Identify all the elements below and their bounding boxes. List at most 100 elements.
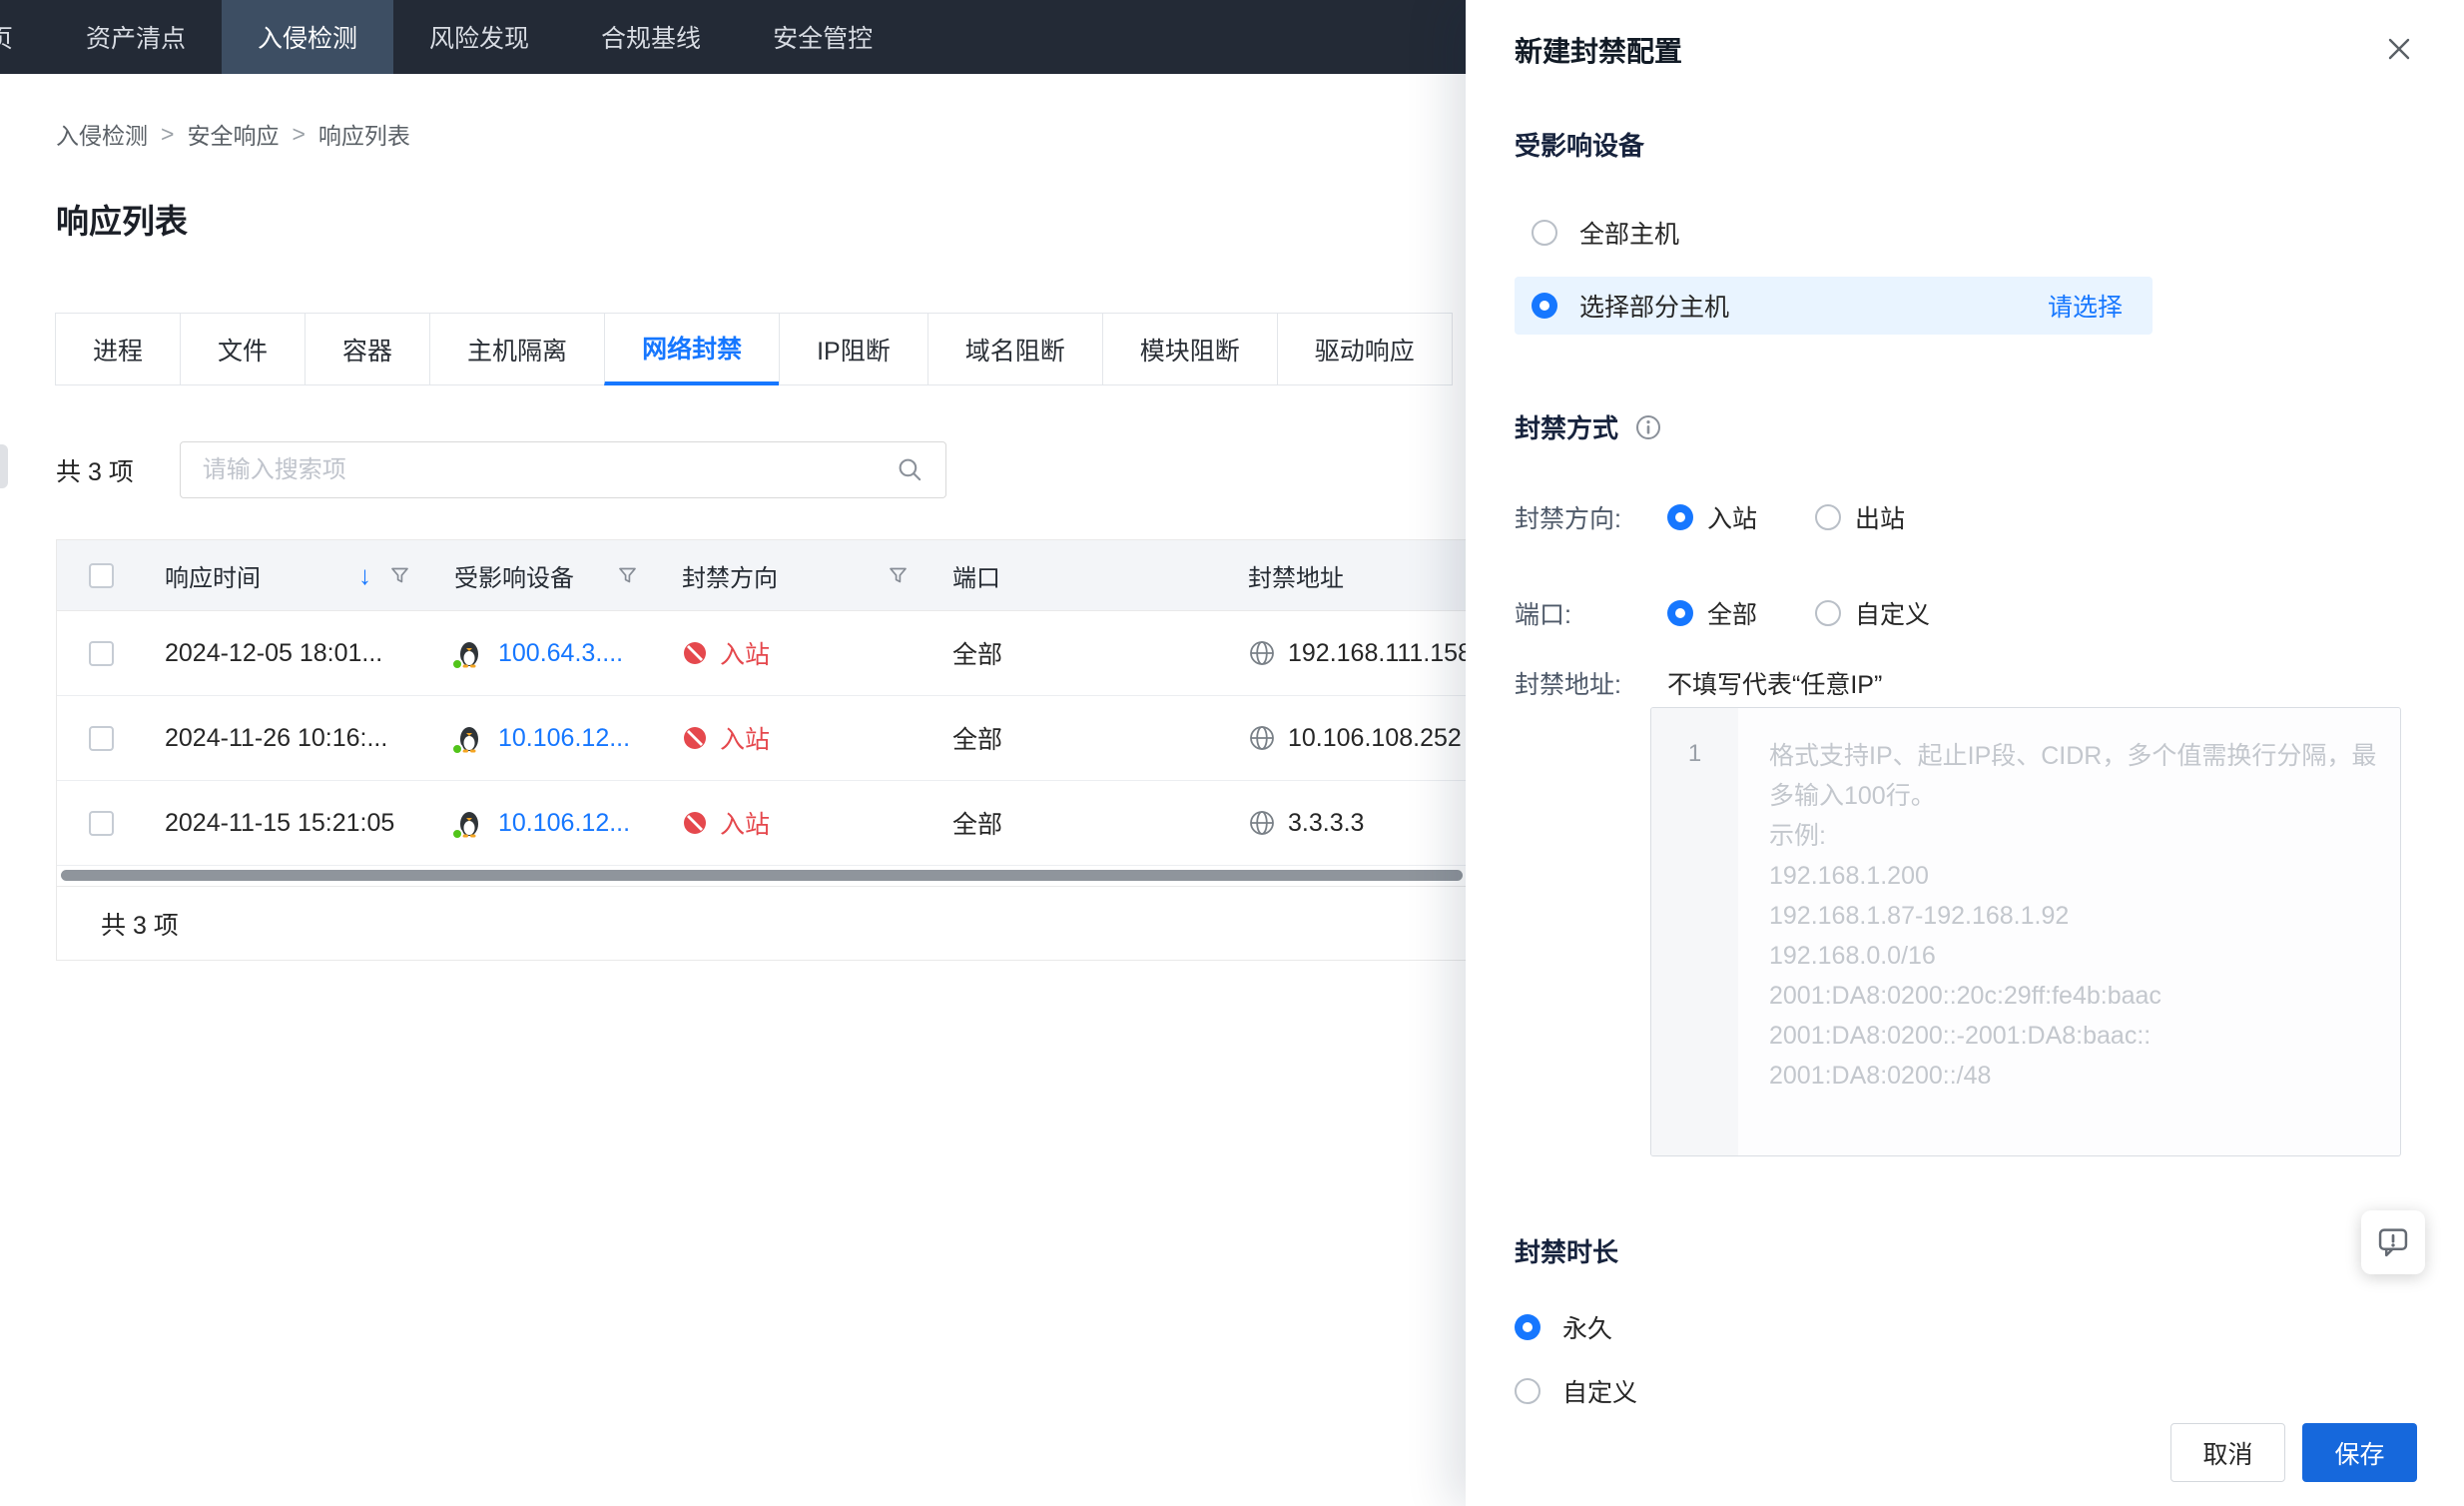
row-checkbox[interactable] xyxy=(88,810,114,836)
option-all-hosts-label: 全部主机 xyxy=(1579,221,1680,249)
breadcrumb-separator: > xyxy=(292,120,306,147)
response-type-tabs: 进程 文件 容器 主机隔离 网络封禁 IP阻断 域名阻断 模块阻断 驱动响应 xyxy=(55,313,1453,385)
linux-host-icon xyxy=(451,808,484,838)
affected-devices-heading: 受影响设备 xyxy=(1515,126,2406,163)
nav-item-partial[interactable]: 页 xyxy=(0,0,50,74)
block-icon xyxy=(682,810,708,836)
cell-device: 10.106.12... xyxy=(434,808,662,838)
online-status-dot xyxy=(451,743,463,753)
col-response-time-label: 响应时间 xyxy=(165,564,261,592)
affected-devices-heading-label: 受影响设备 xyxy=(1515,131,1645,161)
filter-icon[interactable] xyxy=(888,565,909,585)
port-all-label[interactable]: 全部 xyxy=(1707,595,1757,631)
breadcrumb-item-2[interactable]: 安全响应 xyxy=(187,117,279,151)
port-custom-label[interactable]: 自定义 xyxy=(1855,595,1930,631)
globe-icon xyxy=(1248,639,1276,667)
radio-inbound[interactable] xyxy=(1667,504,1693,530)
cell-response-time: 2024-12-05 18:01... xyxy=(165,638,383,667)
left-edge-partial xyxy=(0,444,8,488)
block-icon xyxy=(682,725,708,751)
search-input[interactable] xyxy=(202,455,897,484)
row-checkbox[interactable] xyxy=(88,725,114,751)
feedback-button[interactable] xyxy=(2361,1210,2425,1274)
tab-file[interactable]: 文件 xyxy=(180,313,307,385)
info-icon[interactable] xyxy=(1634,413,1662,441)
ban-duration-heading-label: 封禁时长 xyxy=(1515,1237,1619,1267)
radio-all-hosts[interactable] xyxy=(1532,220,1557,246)
device-link[interactable]: 10.106.12... xyxy=(498,724,630,753)
footer-count: 共 3 项 xyxy=(101,911,179,940)
nav-item-partial-label: 页 xyxy=(0,25,14,53)
cell-port: 全部 xyxy=(952,811,1003,839)
option-forever[interactable]: 永久 xyxy=(1515,1305,2406,1349)
placeholder-line: 192.168.1.200 xyxy=(1769,862,1929,890)
tab-network-ban[interactable]: 网络封禁 xyxy=(604,313,781,385)
close-icon[interactable] xyxy=(2380,30,2418,68)
radio-partial-hosts[interactable] xyxy=(1532,293,1557,319)
radio-custom-duration[interactable] xyxy=(1515,1378,1540,1404)
option-custom-duration[interactable]: 自定义 xyxy=(1515,1369,2406,1413)
filter-icon[interactable] xyxy=(617,565,638,585)
total-count: 共 3 项 xyxy=(56,457,134,486)
radio-port-custom[interactable] xyxy=(1815,600,1842,626)
direction-label: 入站 xyxy=(720,811,771,839)
nav-item-security-control[interactable]: 安全管控 xyxy=(737,0,909,74)
option-partial-hosts[interactable]: 选择部分主机 请选择 xyxy=(1515,277,2153,335)
tab-process[interactable]: 进程 xyxy=(55,313,182,385)
globe-icon xyxy=(1248,724,1276,752)
please-select-link[interactable]: 请选择 xyxy=(2048,288,2123,324)
select-all-checkbox[interactable] xyxy=(88,562,114,588)
inbound-label[interactable]: 入站 xyxy=(1707,499,1757,535)
outbound-label[interactable]: 出站 xyxy=(1855,499,1905,535)
device-link[interactable]: 100.64.3.... xyxy=(498,639,623,668)
horizontal-scrollbar[interactable] xyxy=(61,870,1463,881)
nav-item-intrusion-detection[interactable]: 入侵检测 xyxy=(222,0,394,74)
tab-ip-block[interactable]: IP阻断 xyxy=(779,313,928,385)
nav-item-compliance-baseline[interactable]: 合规基线 xyxy=(565,0,737,74)
block-icon xyxy=(682,640,708,666)
option-all-hosts[interactable]: 全部主机 xyxy=(1515,211,2406,255)
nav-item-asset-inventory[interactable]: 资产清点 xyxy=(50,0,222,74)
save-button[interactable]: 保存 xyxy=(2302,1423,2417,1482)
tab-module-block[interactable]: 模块阻断 xyxy=(1101,313,1278,385)
globe-icon xyxy=(1248,809,1276,837)
search-icon[interactable] xyxy=(897,456,924,483)
tab-host-isolation[interactable]: 主机隔离 xyxy=(429,313,606,385)
placeholder-line: 2001:DA8:0200::/48 xyxy=(1769,1062,1992,1090)
radio-forever[interactable] xyxy=(1515,1314,1540,1340)
breadcrumb-item-3: 响应列表 xyxy=(317,123,410,149)
editor-placeholder: 格式支持IP、起止IP段、CIDR，多个值需换行分隔，最 多输入100行。 示例… xyxy=(1738,708,2400,1155)
row-checkbox[interactable] xyxy=(88,640,114,666)
radio-port-all[interactable] xyxy=(1667,600,1693,626)
tab-domain-block[interactable]: 域名阻断 xyxy=(926,313,1103,385)
tab-container[interactable]: 容器 xyxy=(305,313,431,385)
address-label: 192.168.111.158 xyxy=(1288,638,1472,667)
online-status-dot xyxy=(451,828,463,838)
cell-direction: 入站 xyxy=(662,720,932,756)
address-editor[interactable]: 1 格式支持IP、起止IP段、CIDR，多个值需换行分隔，最 多输入100行。 … xyxy=(1650,707,2401,1156)
tab-driver-response[interactable]: 驱动响应 xyxy=(1276,313,1453,385)
sort-desc-icon[interactable]: ↓ xyxy=(358,562,371,588)
placeholder-line: 格式支持IP、起止IP段、CIDR，多个值需换行分隔，最 xyxy=(1769,742,2377,770)
search-box[interactable] xyxy=(179,441,946,498)
address-label: 3.3.3.3 xyxy=(1288,808,1365,837)
col-ban-direction-label: 封禁方向 xyxy=(682,564,778,592)
placeholder-line: 192.168.0.0/16 xyxy=(1769,942,1936,970)
filter-icon[interactable] xyxy=(389,565,410,585)
breadcrumb-item-1[interactable]: 入侵检测 xyxy=(56,117,148,151)
ban-address-label: 封禁地址: xyxy=(1515,671,1621,699)
cell-response-time: 2024-11-15 15:21:05 xyxy=(165,808,395,837)
ban-method-heading-label: 封禁方式 xyxy=(1515,413,1619,443)
cell-response-time: 2024-11-26 10:16:... xyxy=(165,723,388,752)
ban-direction-field: 封禁方向: 入站 出站 xyxy=(1515,495,2406,539)
drawer-title: 新建封禁配置 xyxy=(1515,36,1683,67)
cancel-button[interactable]: 取消 xyxy=(2170,1423,2285,1482)
device-link[interactable]: 10.106.12... xyxy=(498,809,630,838)
address-label: 10.106.108.252 xyxy=(1288,723,1462,752)
cell-port: 全部 xyxy=(952,641,1003,669)
option-custom-duration-label: 自定义 xyxy=(1562,1379,1638,1407)
nav-item-risk-discovery[interactable]: 风险发现 xyxy=(393,0,565,74)
radio-outbound[interactable] xyxy=(1815,504,1842,530)
col-port: 端口 xyxy=(952,564,1000,592)
ban-duration-heading: 封禁时长 xyxy=(1515,1232,2406,1269)
